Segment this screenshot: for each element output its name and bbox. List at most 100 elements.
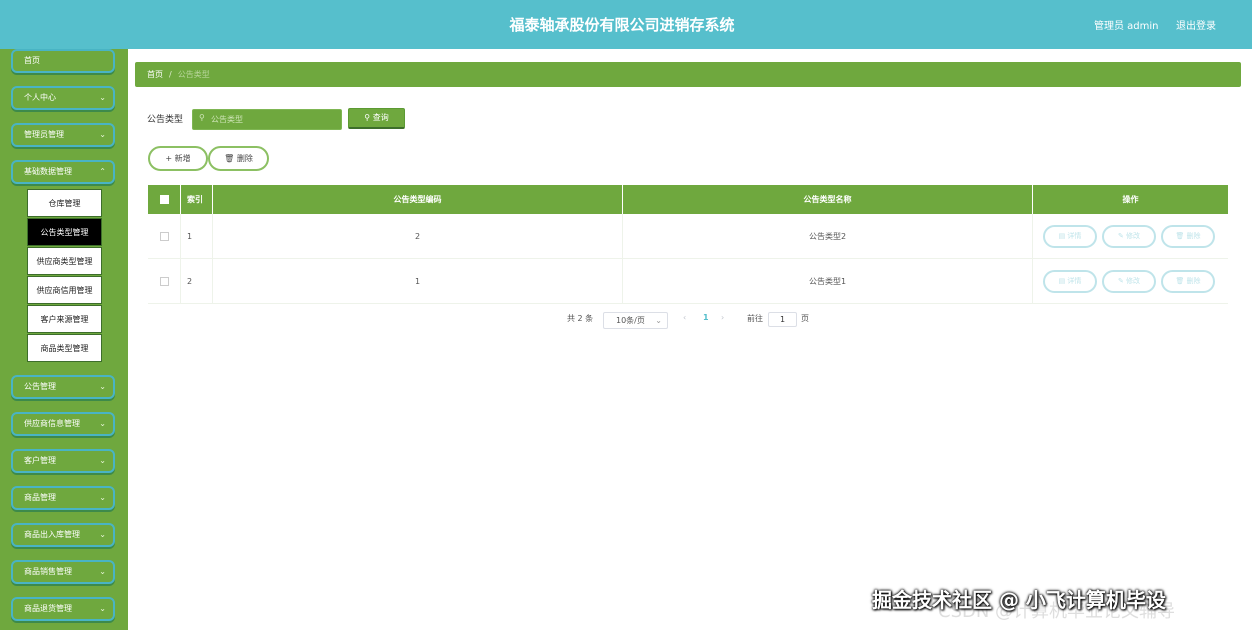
query-button-label: 查询	[372, 113, 389, 122]
sidebar-item-product-management[interactable]: 商品管理 ⌄	[11, 486, 115, 510]
sidebar-item-label: 公告管理	[24, 382, 56, 391]
row-checkbox-cell	[148, 259, 181, 303]
breadcrumb-current: 公告类型	[177, 70, 210, 79]
detail-icon: ▤	[1058, 232, 1066, 240]
goto-label: 前往	[747, 314, 763, 323]
table-row: 1 2 公告类型2 ▤ 详情 ✎ 修改 🗑 删除	[148, 214, 1228, 259]
chevron-down-icon: ⌄	[99, 456, 106, 465]
plus-icon: +	[165, 154, 173, 163]
sidebar-item-label: 个人中心	[24, 93, 56, 102]
current-user: 管理员 admin	[1094, 21, 1159, 32]
add-button-label: 新增	[174, 154, 191, 163]
submenu-item-supplier-credit[interactable]: 供应商信用管理	[27, 276, 102, 304]
trash-icon: 🗑	[224, 154, 235, 163]
chevron-down-icon: ⌄	[99, 382, 106, 391]
edit-label: 修改	[1126, 232, 1141, 240]
delete-button-label: 删除	[236, 154, 253, 163]
sidebar-item-label: 客户管理	[24, 456, 56, 465]
chevron-down-icon: ⌄	[99, 130, 106, 139]
notice-type-table: 索引 公告类型编码 公告类型名称 操作 1 2 公告类型2 ▤ 详情 ✎ 修改 …	[148, 185, 1228, 304]
select-all-checkbox[interactable]	[159, 195, 169, 204]
add-button[interactable]: + 新增	[148, 146, 208, 171]
column-header-actions: 操作	[1122, 195, 1139, 204]
prev-page-button[interactable]: ‹	[683, 313, 686, 322]
row-delete-label: 删除	[1186, 232, 1201, 240]
select-all-cell	[148, 185, 181, 214]
row-code: 1	[213, 259, 623, 303]
logout-link[interactable]: 退出登录	[1176, 17, 1216, 32]
chevron-down-icon: ⌄	[655, 316, 662, 325]
row-delete-button[interactable]: 🗑 删除	[1161, 270, 1215, 293]
chevron-down-icon: ⌄	[99, 530, 106, 539]
submenu-item-customer-source[interactable]: 客户来源管理	[27, 305, 102, 333]
search-icon: ⚲	[199, 113, 205, 122]
detail-label: 详情	[1067, 232, 1082, 240]
detail-icon: ▤	[1058, 277, 1066, 285]
sidebar-item-returns[interactable]: 商品退货管理 ⌄	[11, 597, 115, 621]
search-icon: ⚲	[364, 113, 371, 122]
sidebar-item-label: 供应商信息管理	[24, 419, 80, 428]
juejin-watermark: 掘金技术社区 @ 小飞计算机毕设	[872, 588, 1166, 612]
sidebar-item-sales[interactable]: 商品销售管理 ⌄	[11, 560, 115, 584]
sidebar-item-notice-management[interactable]: 公告管理 ⌄	[11, 375, 115, 399]
sidebar-item-home[interactable]: 首页	[11, 49, 115, 73]
page-size-value: 10条/页	[616, 316, 645, 325]
chevron-down-icon: ⌄	[99, 604, 106, 613]
sidebar-item-label: 商品销售管理	[24, 567, 72, 576]
row-checkbox-cell	[148, 214, 181, 258]
chevron-down-icon: ⌄	[99, 493, 106, 502]
page-number-current[interactable]: 1	[703, 313, 709, 322]
sidebar-item-personal-center[interactable]: 个人中心 ⌄	[11, 86, 115, 110]
row-index: 1	[181, 214, 213, 258]
page-size-select[interactable]: 10条/页 ⌄	[603, 312, 668, 329]
sidebar-item-label: 首页	[24, 56, 40, 65]
submenu-item-supplier-type[interactable]: 供应商类型管理	[27, 247, 102, 275]
edit-button[interactable]: ✎ 修改	[1102, 270, 1156, 293]
sidebar-item-stock-in-out[interactable]: 商品出入库管理 ⌄	[11, 523, 115, 547]
row-index: 2	[181, 259, 213, 303]
breadcrumb: 首页 / 公告类型	[135, 62, 1241, 87]
trash-icon: 🗑	[1175, 232, 1185, 240]
chevron-down-icon: ⌄	[99, 93, 106, 102]
top-header: 福泰轴承股份有限公司进销存系统 管理员 admin 退出登录	[0, 0, 1252, 49]
sidebar-item-label: 商品管理	[24, 493, 56, 502]
edit-icon: ✎	[1117, 232, 1124, 240]
trash-icon: 🗑	[1175, 277, 1185, 285]
detail-button[interactable]: ▤ 详情	[1043, 270, 1097, 293]
page-suffix: 页	[801, 314, 809, 323]
edit-icon: ✎	[1117, 277, 1124, 285]
sidebar-item-admin-management[interactable]: 管理员管理 ⌄	[11, 123, 115, 147]
submenu-item-product-type[interactable]: 商品类型管理	[27, 334, 102, 362]
sidebar-item-customer-management[interactable]: 客户管理 ⌄	[11, 449, 115, 473]
breadcrumb-separator: /	[169, 70, 172, 79]
column-header-name: 公告类型名称	[623, 185, 1033, 214]
row-delete-button[interactable]: 🗑 删除	[1161, 225, 1215, 248]
next-page-button[interactable]: ›	[721, 313, 724, 322]
pagination-total: 共 2 条	[567, 314, 594, 323]
row-checkbox[interactable]	[159, 277, 169, 286]
row-actions: ▤ 详情 ✎ 修改 🗑 删除	[1033, 214, 1228, 258]
sidebar-item-basic-data[interactable]: 基础数据管理 ⌃	[11, 160, 115, 184]
breadcrumb-home[interactable]: 首页	[147, 70, 163, 79]
row-name: 公告类型2	[623, 214, 1033, 258]
sidebar-item-label: 商品出入库管理	[24, 530, 80, 539]
sidebar-item-label: 商品退货管理	[24, 604, 72, 613]
chevron-up-icon: ⌃	[99, 167, 106, 176]
delete-button[interactable]: 🗑 删除	[208, 146, 269, 171]
edit-label: 修改	[1126, 277, 1141, 285]
sidebar-item-label: 管理员管理	[24, 130, 64, 139]
goto-page-input[interactable]: 1	[768, 312, 797, 327]
row-delete-label: 删除	[1186, 277, 1201, 285]
row-checkbox[interactable]	[159, 232, 169, 241]
submenu-item-warehouse[interactable]: 仓库管理	[27, 189, 102, 217]
search-label: 公告类型	[147, 115, 184, 125]
row-actions: ▤ 详情 ✎ 修改 🗑 删除	[1033, 259, 1228, 303]
detail-button[interactable]: ▤ 详情	[1043, 225, 1097, 248]
chevron-down-icon: ⌄	[99, 567, 106, 576]
submenu-item-notice-type[interactable]: 公告类型管理	[27, 218, 102, 246]
sidebar-item-supplier-info[interactable]: 供应商信息管理 ⌄	[11, 412, 115, 436]
chevron-down-icon: ⌄	[99, 419, 106, 428]
edit-button[interactable]: ✎ 修改	[1102, 225, 1156, 248]
search-input[interactable]	[192, 109, 342, 130]
query-button[interactable]: ⚲ 查询	[348, 108, 405, 129]
